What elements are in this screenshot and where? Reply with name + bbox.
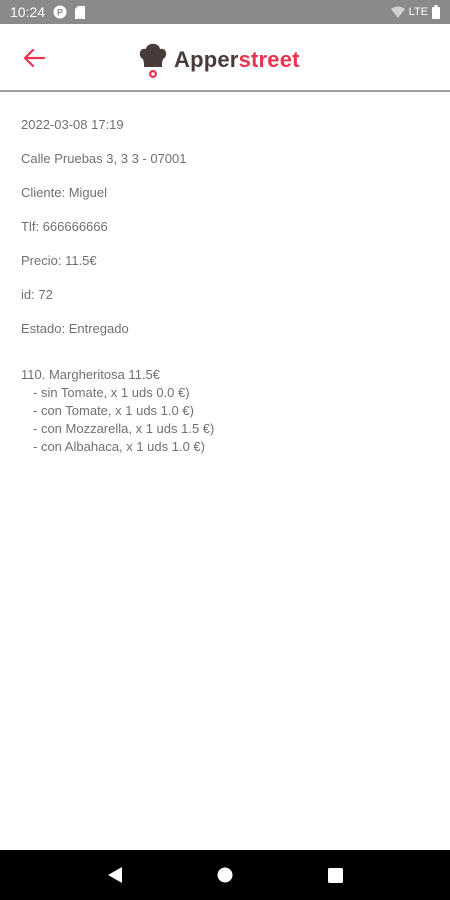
triangle-back-icon [108,867,122,883]
nav-home-button[interactable] [210,860,240,890]
order-price: Precio: 11.5€ [21,253,97,268]
square-recents-icon [327,867,343,883]
app-bar: Apperstreet [0,24,450,92]
status-bar: 10:24 P LTE [0,0,450,24]
order-date: 2022-03-08 17:19 [21,117,124,132]
network-type: LTE [408,6,428,18]
nav-recents-button[interactable] [320,860,350,890]
chef-hat-icon [139,43,167,78]
sd-card-icon [75,5,86,19]
nav-back-button[interactable] [100,860,130,890]
arrow-left-icon [23,49,45,67]
order-item-title: 110. Margheritosa 11.5€ [21,367,160,382]
back-button[interactable] [18,44,50,72]
order-id: id: 72 [21,287,53,302]
battery-icon [432,5,440,19]
system-nav-bar [0,850,450,900]
status-time: 10:24 [10,4,46,20]
order-client: Cliente: Miguel [21,185,107,200]
order-phone: Tlf: 666666666 [21,219,108,234]
app-notification-icon: P [53,5,67,19]
status-left: 10:24 P [10,4,86,20]
logo-text: Apperstreet [174,47,300,73]
order-item-extra: - sin Tomate, x 1 uds 0.0 €) [33,385,190,400]
order-item-extra: - con Albahaca, x 1 uds 1.0 €) [33,439,205,454]
order-item-extra: - con Mozzarella, x 1 uds 1.5 €) [33,421,215,436]
circle-home-icon [217,867,233,883]
order-items: 110. Margheritosa 11.5€ - sin Tomate, x … [21,366,429,456]
logo-text-street: street [238,47,300,72]
order-details: 2022-03-08 17:19 Calle Pruebas 3, 3 3 - … [21,110,429,456]
svg-text:P: P [57,8,63,18]
apperstreet-logo: Apperstreet [138,40,300,80]
wifi-icon [390,6,405,18]
status-right: LTE [390,5,440,19]
order-item-extra: - con Tomate, x 1 uds 1.0 €) [33,403,194,418]
order-status: Estado: Entregado [21,321,129,336]
order-address: Calle Pruebas 3, 3 3 - 07001 [21,151,187,166]
logo-text-apper: Apper [174,47,239,72]
